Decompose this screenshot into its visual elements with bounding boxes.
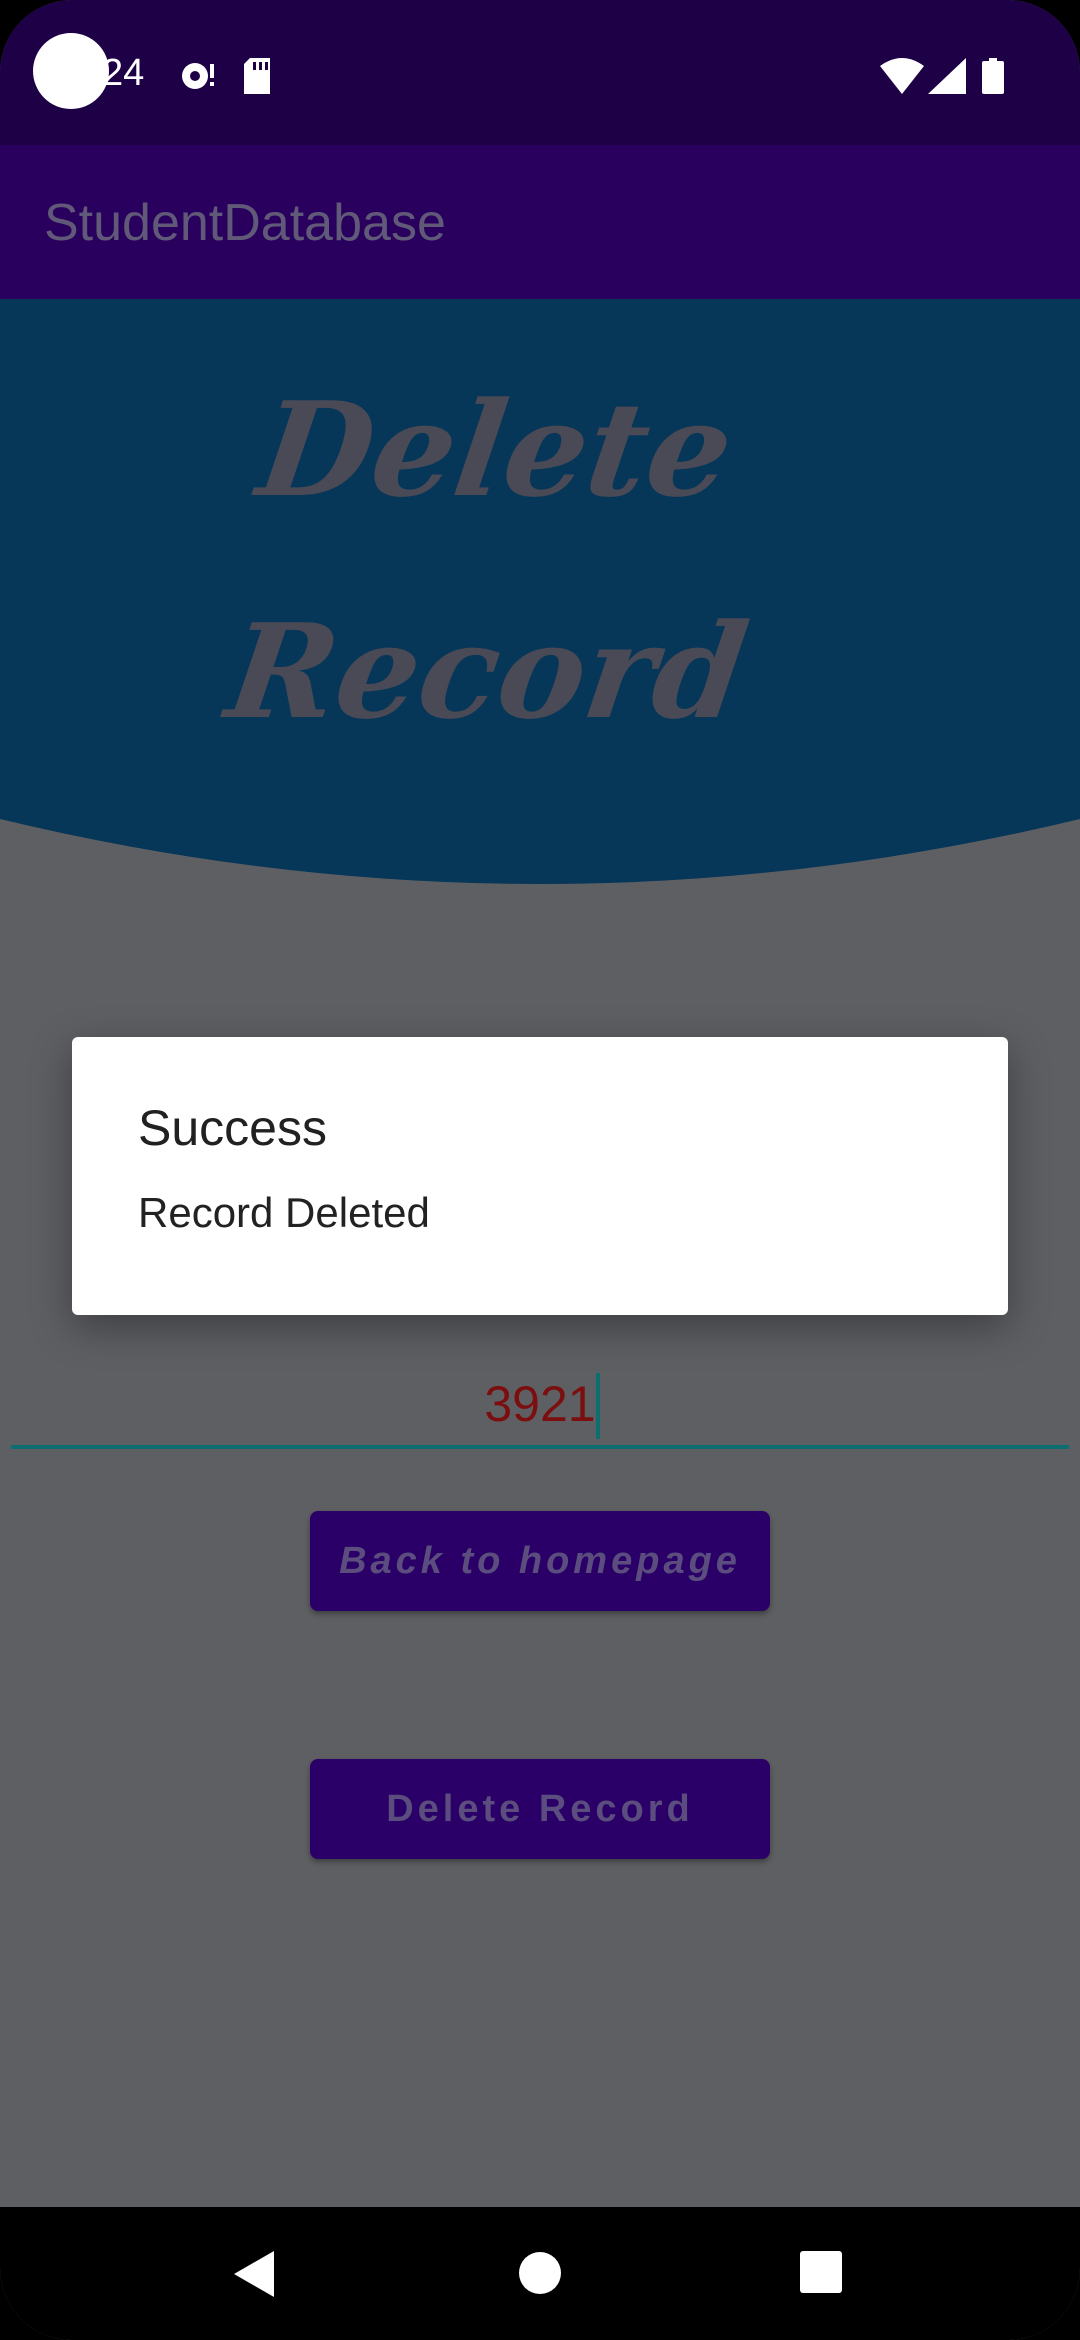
navigation-bar — [0, 2207, 1080, 2340]
battery-icon — [982, 58, 1004, 98]
input-underline — [11, 1445, 1069, 1449]
recents-icon[interactable] — [800, 2251, 842, 2297]
header-banner: Delete Record — [0, 299, 1080, 889]
sd-card-icon — [242, 58, 272, 98]
app-title: StudentDatabase — [44, 194, 446, 252]
text-caret — [596, 1373, 600, 1439]
back-to-homepage-button[interactable]: Back to homepage — [310, 1511, 770, 1611]
success-dialog: Success Record Deleted — [72, 1037, 1008, 1315]
dialog-message: Record Deleted — [138, 1189, 430, 1236]
banner-heading: Delete Record — [214, 339, 757, 783]
camera-dot — [33, 33, 109, 109]
delete-record-button[interactable]: Delete Record — [310, 1759, 770, 1859]
banner-line-2: Record — [218, 595, 757, 748]
app-bar: StudentDatabase — [0, 145, 1080, 299]
dialog-title: Success — [138, 1100, 327, 1156]
back-icon[interactable] — [234, 2251, 276, 2301]
record-id-input[interactable]: 3921 — [0, 1375, 1080, 1433]
hotspot-icon — [178, 58, 216, 96]
home-icon[interactable] — [518, 2251, 562, 2299]
wifi-icon — [880, 58, 924, 98]
banner-line-1: Delete — [249, 373, 742, 526]
signal-icon — [928, 58, 966, 98]
screen: 24 StudentDatabase Delete Record 3921 Ba… — [0, 0, 1080, 2340]
status-bar: 24 — [0, 0, 1080, 145]
